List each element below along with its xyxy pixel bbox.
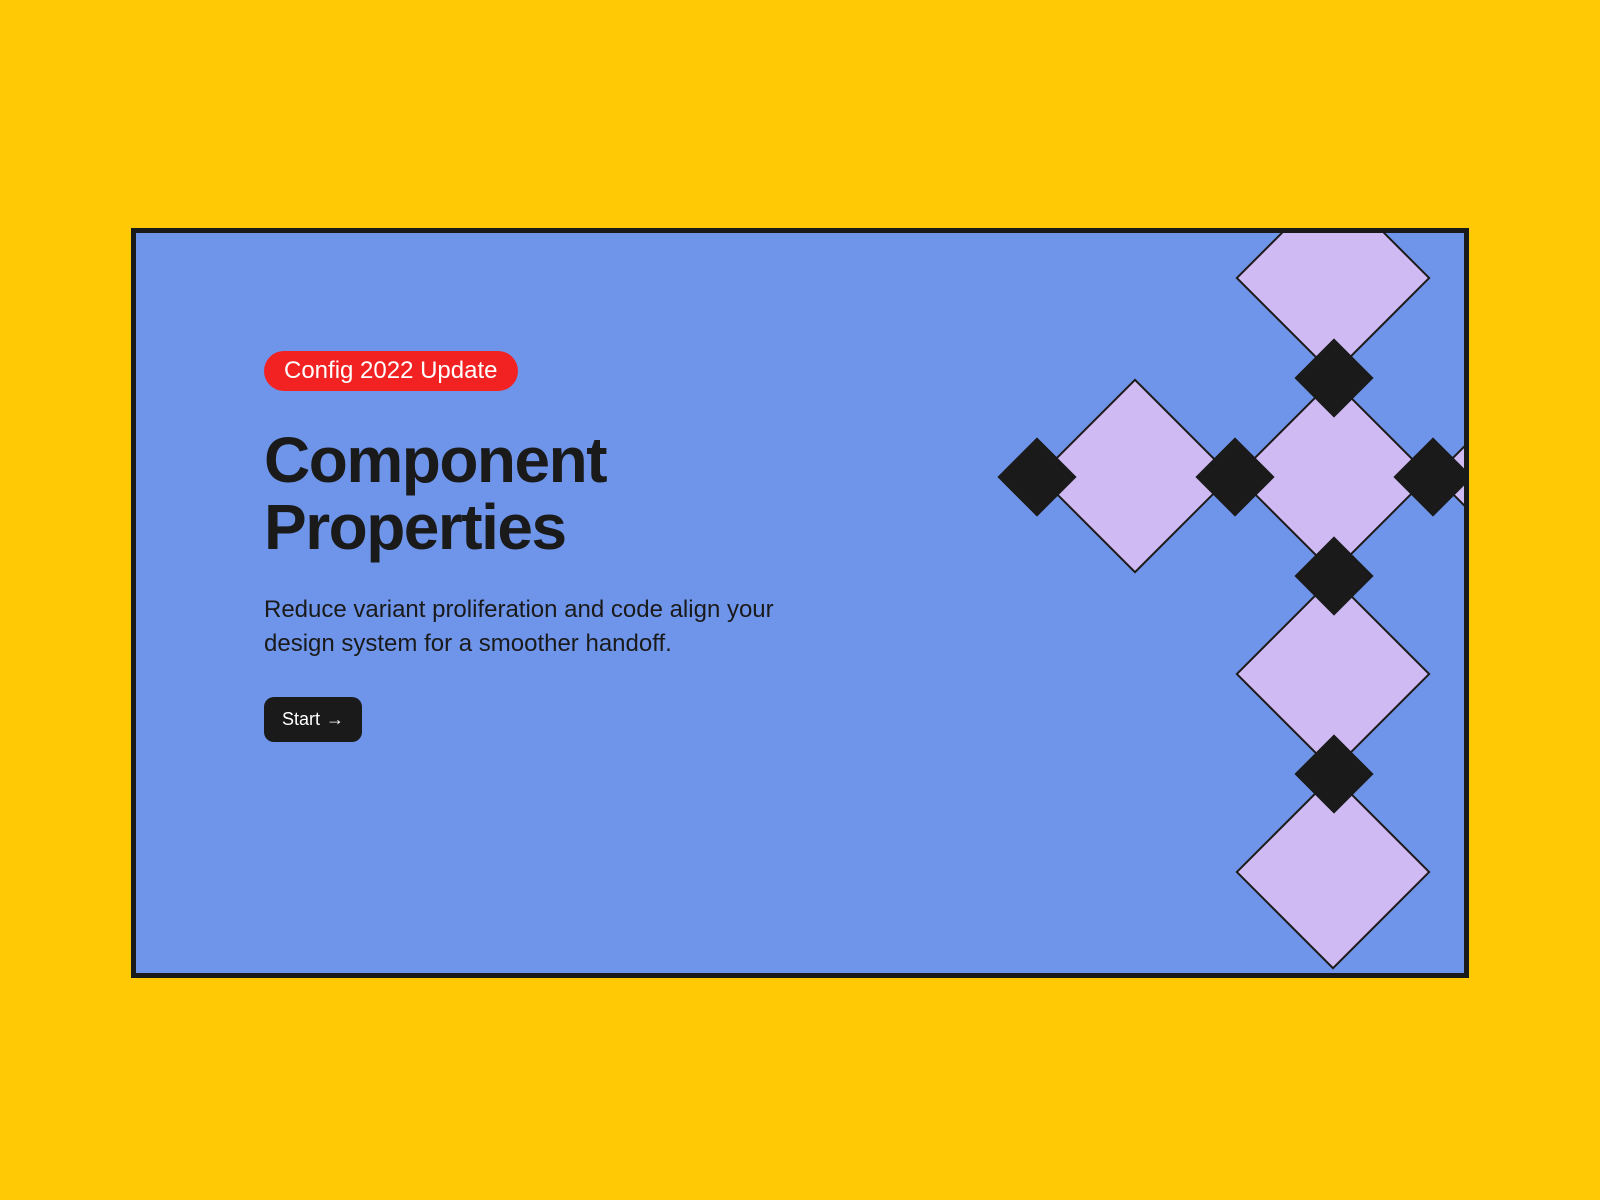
hero-subtitle: Reduce variant proliferation and code al… — [264, 593, 824, 660]
update-badge: Config 2022 Update — [264, 351, 518, 391]
hero-card: Config 2022 Update Component Properties … — [131, 228, 1469, 978]
hero-title: Component Properties — [264, 427, 824, 561]
start-button[interactable]: Start → — [264, 697, 362, 742]
start-button-label: Start — [282, 709, 320, 730]
hero-content: Config 2022 Update Component Properties … — [264, 351, 824, 742]
decorative-diamonds — [864, 233, 1464, 978]
arrow-right-icon: → — [326, 709, 344, 730]
